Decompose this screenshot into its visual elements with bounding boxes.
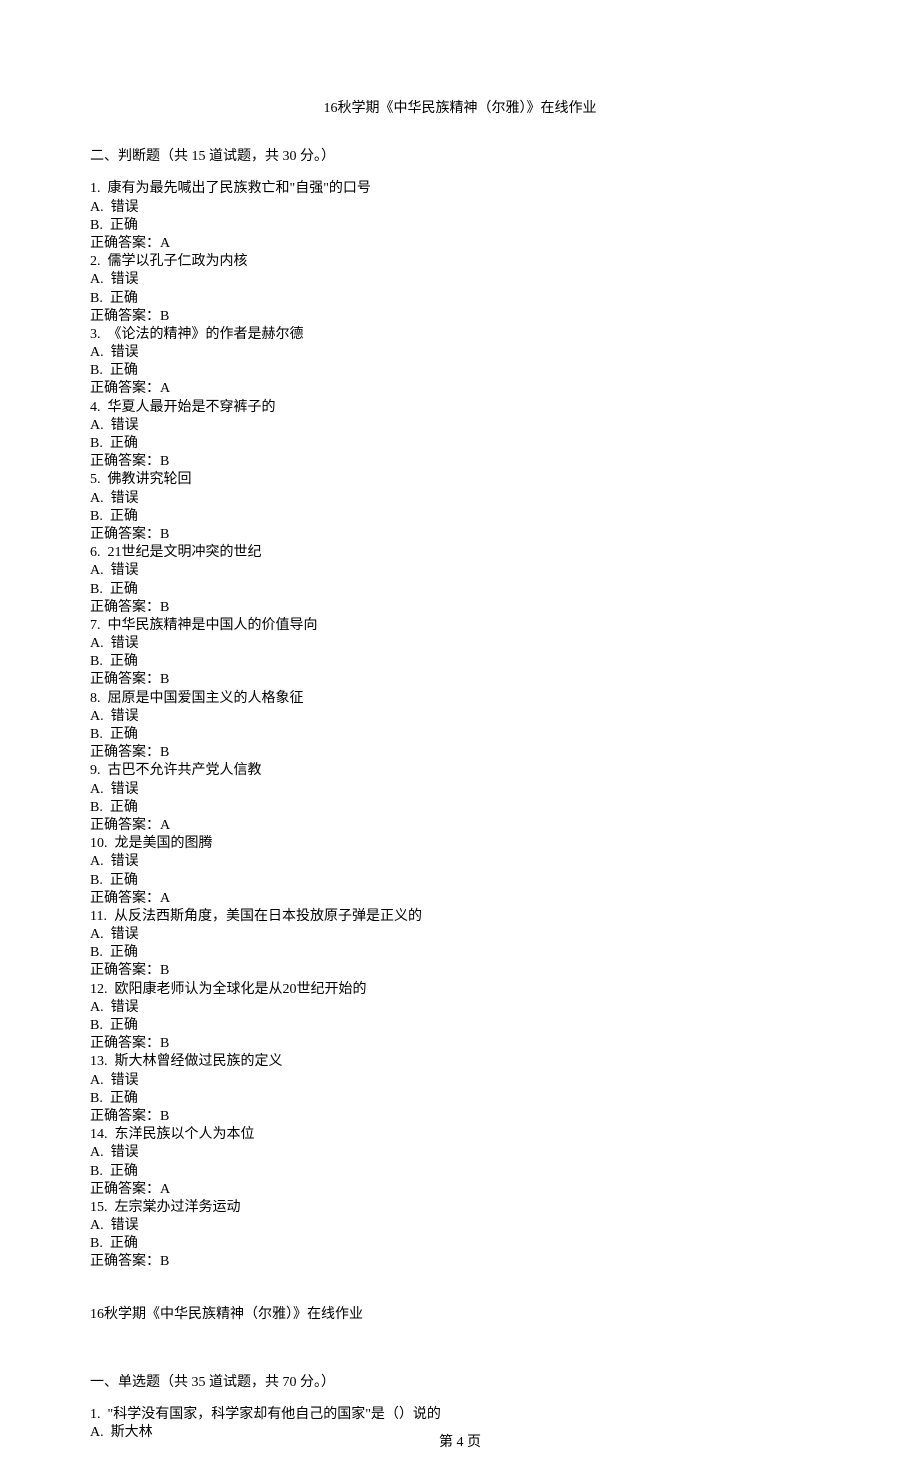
option-b: B. 正确 [90,1235,830,1253]
question-number: 4. [90,400,101,415]
answer: 正确答案：A [90,380,830,398]
option-b: B. 正确 [90,726,830,744]
option-a: A. 错误 [90,199,830,217]
question-block: 4. 华夏人最开始是不穿裤子的 A. 错误B. 正确正确答案：B [90,399,830,472]
question-number: 3. [90,327,101,342]
question-text: 《论法的精神》的作者是赫尔德 [101,327,304,342]
option-b: B. 正确 [90,872,830,890]
question-block: 8. 屈原是中国爱国主义的人格象征 A. 错误B. 正确正确答案：B [90,690,830,763]
question-block: 13. 斯大林曾经做过民族的定义 A. 错误B. 正确正确答案：B [90,1053,830,1126]
question-block: 6. 21世纪是文明冲突的世纪 A. 错误B. 正确正确答案：B [90,544,830,617]
option-b: B. 正确 [90,290,830,308]
question-number: 15. [90,1200,108,1215]
question-block: 9. 古巴不允许共产党人信教 A. 错误B. 正确正确答案：A [90,762,830,835]
option-b: B. 正确 [90,944,830,962]
question-block: 12. 欧阳康老师认为全球化是从20世纪开始的 A. 错误B. 正确正确答案：B [90,981,830,1054]
question-text: "科学没有国家，科学家却有他自己的国家"是（）说的 [101,1407,441,1422]
option-b: B. 正确 [90,653,830,671]
option-a: A. 错误 [90,1072,830,1090]
question-number: 6. [90,545,101,560]
answer: 正确答案：A [90,890,830,908]
question-number: 2. [90,254,101,269]
question-text: 从反法西斯角度，美国在日本投放原子弹是正义的 [107,909,422,924]
question-text: 屈原是中国爱国主义的人格象征 [101,691,304,706]
question-number: 14. [90,1127,108,1142]
option-b: B. 正确 [90,508,830,526]
section-header-single: 一、单选题（共 35 道试题，共 70 分。） [90,1374,830,1392]
option-b: B. 正确 [90,1090,830,1108]
question-text: 中华民族精神是中国人的价值导向 [101,618,318,633]
answer: 正确答案：B [90,599,830,617]
question-block: 15. 左宗棠办过洋务运动 A. 错误B. 正确正确答案：B [90,1199,830,1272]
question-number: 12. [90,982,108,997]
option-a: A. 错误 [90,635,830,653]
answer: 正确答案：B [90,453,830,471]
question-block: 10. 龙是美国的图腾 A. 错误B. 正确正确答案：A [90,835,830,908]
question-block: 3. 《论法的精神》的作者是赫尔德 A. 错误B. 正确正确答案：A [90,326,830,399]
question-text: 古巴不允许共产党人信教 [101,763,262,778]
option-a: A. 错误 [90,1217,830,1235]
option-a: A. 错误 [90,271,830,289]
option-a: A. 错误 [90,344,830,362]
option-a: A. 错误 [90,708,830,726]
question-text: 儒学以孔子仁政为内核 [101,254,248,269]
question-block: 14. 东洋民族以个人为本位 A. 错误B. 正确正确答案：A [90,1126,830,1199]
question-number: 5. [90,472,101,487]
answer: 正确答案：B [90,1035,830,1053]
question-number: 7. [90,618,101,633]
answer: 正确答案：B [90,744,830,762]
option-b: B. 正确 [90,1163,830,1181]
option-b: B. 正确 [90,581,830,599]
option-a: A. 错误 [90,999,830,1017]
question-number: 10. [90,836,108,851]
answer: 正确答案：B [90,671,830,689]
question-number: 1. [90,1407,101,1422]
question-number: 8. [90,691,101,706]
answer: 正确答案：A [90,817,830,835]
option-b: B. 正确 [90,362,830,380]
answer: 正确答案：B [90,308,830,326]
question-block: 7. 中华民族精神是中国人的价值导向 A. 错误B. 正确正确答案：B [90,617,830,690]
page-title: 16秋学期《中华民族精神（尔雅）》在线作业 [90,100,830,118]
option-a: A. 错误 [90,1144,830,1162]
option-a: A. 错误 [90,417,830,435]
question-text: 华夏人最开始是不穿裤子的 [101,400,276,415]
option-a: A. 错误 [90,562,830,580]
question-text: 左宗棠办过洋务运动 [108,1200,241,1215]
question-block: 1. 康有为最先喊出了民族救亡和"自强"的口号 A. 错误B. 正确正确答案：A [90,180,830,253]
question-text: 康有为最先喊出了民族救亡和"自强"的口号 [101,181,371,196]
answer: 正确答案：B [90,1253,830,1271]
section-header-judgment: 二、判断题（共 15 道试题，共 30 分。） [90,148,830,166]
question-block: 2. 儒学以孔子仁政为内核 A. 错误B. 正确正确答案：B [90,253,830,326]
question-block: 5. 佛教讲究轮回 A. 错误B. 正确正确答案：B [90,471,830,544]
page-footer: 第 4 页 [0,1434,920,1452]
option-a: A. 错误 [90,490,830,508]
option-a: A. 错误 [90,781,830,799]
question-number: 9. [90,763,101,778]
option-b: B. 正确 [90,435,830,453]
questions-list: 1. 康有为最先喊出了民族救亡和"自强"的口号A. 错误B. 正确正确答案：A2… [90,180,830,1271]
question-text: 佛教讲究轮回 [101,472,192,487]
question-text: 东洋民族以个人为本位 [108,1127,255,1142]
question-text: 斯大林曾经做过民族的定义 [108,1054,283,1069]
question-number: 13. [90,1054,108,1069]
option-b: B. 正确 [90,217,830,235]
answer: 正确答案：B [90,1108,830,1126]
question-block: 11. 从反法西斯角度，美国在日本投放原子弹是正义的 A. 错误B. 正确正确答案… [90,908,830,981]
answer: 正确答案：B [90,962,830,980]
question-number: 1. [90,181,101,196]
answer: 正确答案：A [90,235,830,253]
answer: 正确答案：A [90,1181,830,1199]
question-number: 11. [90,909,107,924]
option-a: A. 错误 [90,853,830,871]
question-text: 21世纪是文明冲突的世纪 [101,545,262,560]
answer: 正确答案：B [90,526,830,544]
option-a: A. 错误 [90,926,830,944]
option-b: B. 正确 [90,1017,830,1035]
assignment-title-bottom: 16秋学期《中华民族精神（尔雅）》在线作业 [90,1306,830,1324]
question-text: 龙是美国的图腾 [108,836,213,851]
option-b: B. 正确 [90,799,830,817]
question-text: 欧阳康老师认为全球化是从20世纪开始的 [108,982,367,997]
